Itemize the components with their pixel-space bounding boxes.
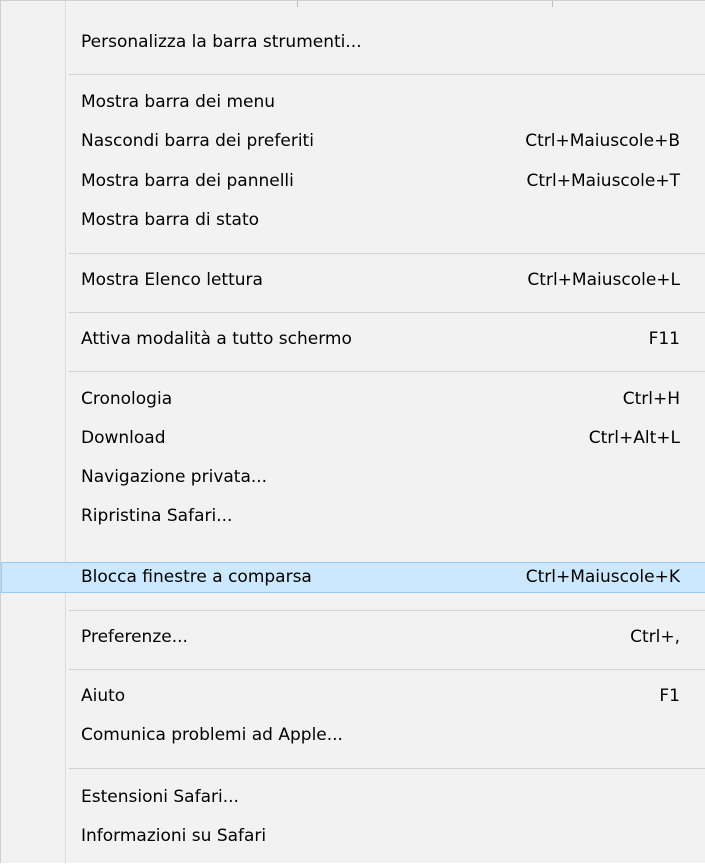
menu-separator bbox=[69, 371, 705, 372]
menu-item-shortcut: Ctrl+Maiuscole+B bbox=[525, 131, 680, 151]
menu-item-label: Mostra Elenco lettura bbox=[81, 270, 263, 290]
menu-item-label: Nascondi barra dei preferiti bbox=[81, 131, 314, 151]
menu-item-informazioni-safari[interactable]: Informazioni su Safari bbox=[13, 821, 705, 852]
menu-item-label: Attiva modalità a tutto schermo bbox=[81, 329, 352, 349]
menu-item-label: Comunica problemi ad Apple... bbox=[81, 725, 343, 745]
menu-item-download[interactable]: Download Ctrl+Alt+L bbox=[13, 423, 705, 454]
menu-item-cronologia[interactable]: Cronologia Ctrl+H bbox=[13, 384, 705, 415]
top-edge-tick bbox=[297, 1, 298, 7]
menu-separator bbox=[69, 768, 705, 769]
menu-item-shortcut: Ctrl+H bbox=[622, 389, 680, 409]
menu-item-label: Estensioni Safari... bbox=[81, 787, 239, 807]
menu-item-mostra-barra-stato[interactable]: Mostra barra di stato bbox=[13, 205, 705, 236]
menu-item-label: Mostra barra dei pannelli bbox=[81, 171, 294, 191]
menu-item-shortcut: F1 bbox=[659, 686, 680, 706]
menu-item-label: Preferenze... bbox=[81, 627, 188, 647]
menu-item-shortcut: F11 bbox=[648, 329, 680, 349]
menu-item-label: Personalizza la barra strumenti... bbox=[81, 32, 362, 52]
menu-item-blocca-finestre-comparsa[interactable]: Blocca finestre a comparsa Ctrl+Maiuscol… bbox=[1, 562, 705, 593]
menu-item-label: Aiuto bbox=[81, 686, 126, 706]
menu-item-shortcut: Ctrl+Maiuscole+L bbox=[527, 270, 680, 290]
menu-item-navigazione-privata[interactable]: Navigazione privata... bbox=[13, 462, 705, 493]
menu-item-aiuto[interactable]: Aiuto F1 bbox=[13, 681, 705, 712]
menu-separator bbox=[69, 312, 705, 313]
menu-item-comunica-problemi-apple[interactable]: Comunica problemi ad Apple... bbox=[13, 720, 705, 751]
menu-item-modalita-tutto-schermo[interactable]: Attiva modalità a tutto schermo F11 bbox=[13, 324, 705, 355]
menu-separator bbox=[69, 610, 705, 611]
menu-item-mostra-barra-pannelli[interactable]: Mostra barra dei pannelli Ctrl+Maiuscole… bbox=[13, 166, 705, 197]
menu-item-shortcut: Ctrl+Alt+L bbox=[588, 428, 680, 448]
menu-item-label: Blocca finestre a comparsa bbox=[81, 567, 312, 587]
menu-item-label: Navigazione privata... bbox=[81, 467, 268, 487]
menu-item-personalizza-barra-strumenti[interactable]: Personalizza la barra strumenti... bbox=[13, 27, 705, 58]
menu-item-ripristina-safari[interactable]: Ripristina Safari... bbox=[13, 501, 705, 532]
menu-item-label: Mostra barra di stato bbox=[81, 210, 260, 230]
menu-item-mostra-elenco-lettura[interactable]: Mostra Elenco lettura Ctrl+Maiuscole+L bbox=[13, 265, 705, 296]
menu-item-nascondi-barra-preferiti[interactable]: Nascondi barra dei preferiti Ctrl+Maiusc… bbox=[13, 126, 705, 157]
menu-separator bbox=[69, 253, 705, 254]
top-edge-tick bbox=[552, 1, 553, 7]
menu-item-shortcut: Ctrl+Maiuscole+K bbox=[525, 567, 680, 587]
menu-item-label: Ripristina Safari... bbox=[81, 506, 233, 526]
menu-item-label: Mostra barra dei menu bbox=[81, 92, 276, 112]
menu-separator bbox=[69, 74, 705, 75]
menu-separator bbox=[69, 669, 705, 670]
menu-item-label: Informazioni su Safari bbox=[81, 826, 267, 846]
menu-item-label: Download bbox=[81, 428, 166, 448]
menu-item-shortcut: Ctrl+, bbox=[630, 627, 680, 647]
menu-item-preferenze[interactable]: Preferenze... Ctrl+, bbox=[13, 622, 705, 653]
menu-item-shortcut: Ctrl+Maiuscole+T bbox=[526, 171, 681, 191]
menu-item-mostra-barra-menu[interactable]: Mostra barra dei menu bbox=[13, 87, 705, 118]
menu-item-estensioni-safari[interactable]: Estensioni Safari... bbox=[13, 782, 705, 813]
menu-item-label: Cronologia bbox=[81, 389, 173, 409]
safari-settings-menu: Personalizza la barra strumenti... Mostr… bbox=[0, 0, 705, 864]
